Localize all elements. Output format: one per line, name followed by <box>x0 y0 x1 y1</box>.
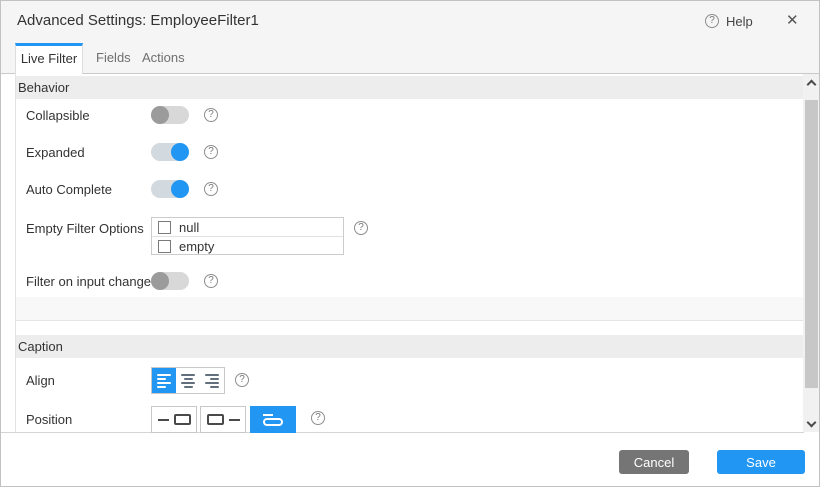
help-icon-position[interactable]: ? <box>311 411 325 425</box>
align-left-icon <box>157 374 171 388</box>
label-position: Position <box>26 412 72 427</box>
content-bottom-border <box>1 432 804 433</box>
align-center-icon <box>181 374 195 388</box>
tab-live-filter[interactable]: Live Filter <box>15 43 83 74</box>
help-label: Help <box>726 14 753 29</box>
label-top-icon <box>263 414 283 426</box>
empty-filter-options-list: null empty <box>151 217 344 255</box>
help-circle-icon: ? <box>705 14 719 28</box>
tab-fields[interactable]: Fields <box>96 47 131 69</box>
behavior-section-footer <box>16 297 803 321</box>
checkbox-empty-label: empty <box>179 239 214 254</box>
tab-actions[interactable]: Actions <box>142 47 185 69</box>
cancel-button[interactable]: Cancel <box>619 450 689 474</box>
toggle-knob <box>151 106 169 124</box>
list-item-empty[interactable]: empty <box>152 237 343 255</box>
help-icon-align[interactable]: ? <box>235 373 249 387</box>
label-right-icon <box>207 414 224 425</box>
toggle-knob <box>151 272 169 290</box>
align-right-button[interactable] <box>200 368 224 393</box>
label-left-icon <box>158 419 169 421</box>
label-filter-on-input-change: Filter on input change <box>26 274 151 289</box>
label-auto-complete: Auto Complete <box>26 182 112 197</box>
checkbox-null[interactable] <box>158 221 171 234</box>
checkbox-empty[interactable] <box>158 240 171 253</box>
help-icon-empty-filter-options[interactable]: ? <box>354 221 368 235</box>
content-left-border <box>15 74 16 432</box>
help-icon-collapsible[interactable]: ? <box>204 108 218 122</box>
advanced-settings-dialog: Advanced Settings: EmployeeFilter1 ? Hel… <box>0 0 820 487</box>
label-empty-filter-options: Empty Filter Options <box>26 221 144 236</box>
help-icon-expanded[interactable]: ? <box>204 145 218 159</box>
toggle-filter-on-input-change[interactable] <box>151 272 189 290</box>
position-label-top-button[interactable] <box>250 406 296 433</box>
label-expanded: Expanded <box>26 145 85 160</box>
toggle-collapsible[interactable] <box>151 106 189 124</box>
save-button[interactable]: Save <box>717 450 805 474</box>
label-collapsible: Collapsible <box>26 108 90 123</box>
help-icon-filter-on-input-change[interactable]: ? <box>204 274 218 288</box>
list-item-null[interactable]: null <box>152 218 343 237</box>
section-header-caption: Caption <box>16 335 803 358</box>
align-button-group <box>151 367 225 394</box>
position-label-right-button[interactable] <box>200 406 246 433</box>
toggle-auto-complete[interactable] <box>151 180 189 198</box>
label-align: Align <box>26 373 55 388</box>
align-left-button[interactable] <box>152 368 176 393</box>
position-label-left-button[interactable] <box>151 406 197 433</box>
scrollbar-thumb[interactable] <box>805 100 818 388</box>
toggle-expanded[interactable] <box>151 143 189 161</box>
help-button[interactable]: ? Help <box>705 1 753 41</box>
toggle-knob <box>171 180 189 198</box>
checkbox-null-label: null <box>179 220 199 235</box>
align-right-icon <box>205 374 219 388</box>
align-center-button[interactable] <box>176 368 200 393</box>
page-title: Advanced Settings: EmployeeFilter1 <box>17 1 259 41</box>
toggle-knob <box>171 143 189 161</box>
help-icon-auto-complete[interactable]: ? <box>204 182 218 196</box>
section-header-behavior: Behavior <box>16 76 803 99</box>
close-icon[interactable]: ✕ <box>786 1 799 41</box>
